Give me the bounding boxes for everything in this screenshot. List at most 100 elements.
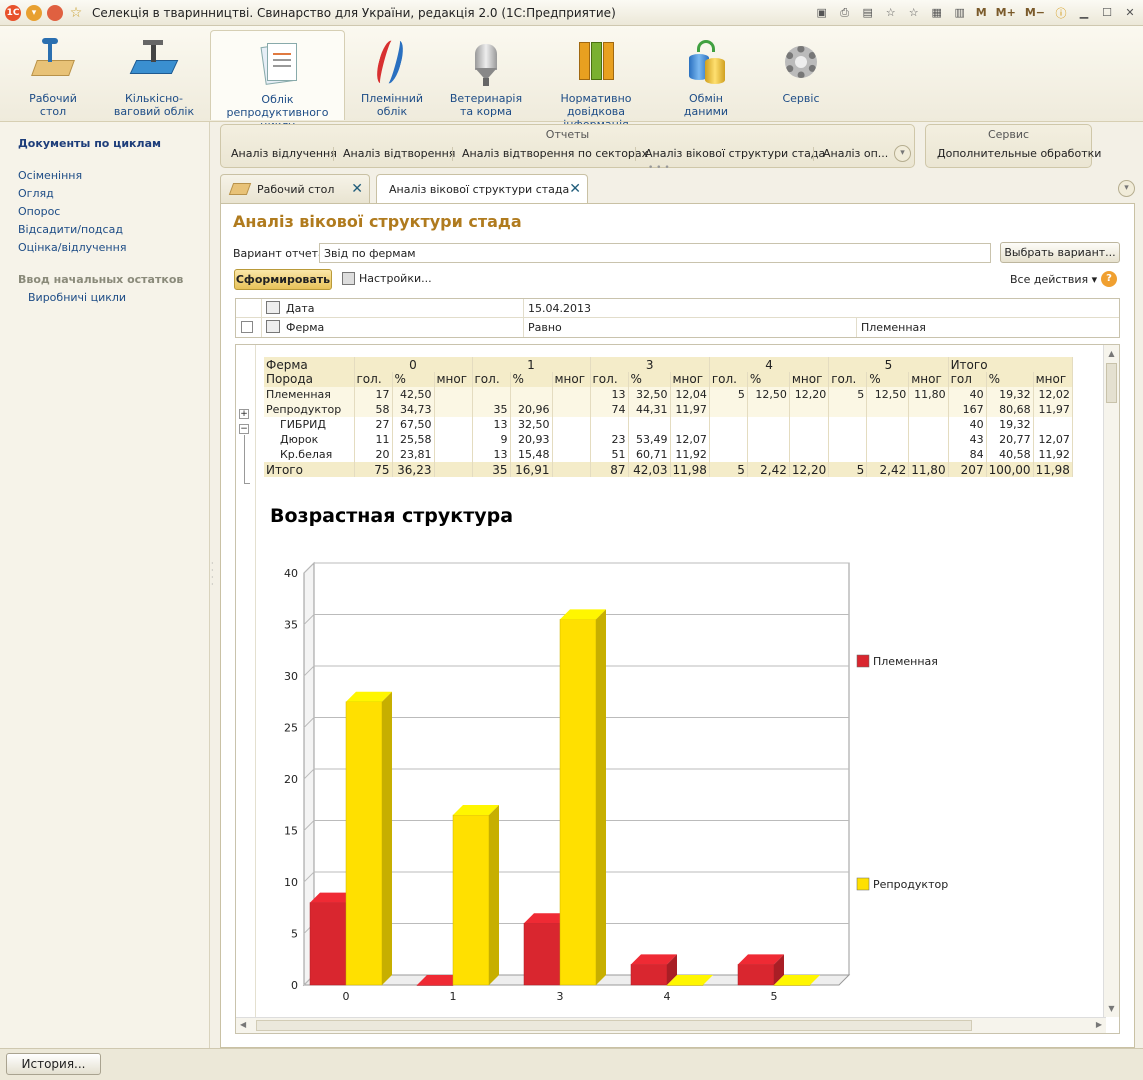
vertical-scrollbar[interactable]: ▲ ▼ [1103,345,1119,1017]
all-actions-menu[interactable]: Все действия ▾ [1010,273,1097,286]
maximize-button[interactable]: ☐ [1098,4,1116,21]
memory-minus-button[interactable]: M− [1023,6,1047,19]
scroll-thumb[interactable] [256,1020,972,1031]
table-cell [908,417,949,432]
section-veterinary[interactable]: Ветеринарія та корма [446,30,526,120]
section-exchange[interactable]: Обмін даними [672,30,740,120]
table-cell: 75 [354,462,393,477]
calendar-icon[interactable]: ▥ [951,4,969,21]
chart-title: Возрастная структура [270,505,514,527]
report-link-reproduction-sectors[interactable]: Аналіз відтворення по секторах [462,147,648,160]
variant-input[interactable]: Звід по фермам [319,243,991,263]
tab-desktop[interactable]: Рабочий стол ✕ [220,174,370,203]
tab-bar: Рабочий стол ✕ Аналіз вікової структури … [220,174,1135,204]
favorites-icon[interactable]: ☆ [905,4,923,21]
section-service[interactable]: Сервіс [770,30,832,120]
scroll-thumb[interactable] [1106,363,1117,403]
section-desktop[interactable]: Рабочий стол [20,30,86,120]
table-cell: 20 [354,447,393,462]
table-cell [1033,417,1073,432]
horizontal-scrollbar[interactable]: ◀ ▶ [236,1017,1106,1033]
window-title: Селекція в тваринництві. Свинарство для … [92,5,616,20]
nav-item-evaluation[interactable]: Оцінка/відлучення [18,241,126,254]
header-cell: гол. [472,372,511,387]
app-logo-icon[interactable]: 1C [5,4,21,21]
bar-1 [452,814,490,986]
print-icon[interactable]: ⎙ [836,4,854,21]
row-label: Репродуктор [264,402,355,417]
panel-splitter[interactable]: · · · · [211,560,217,600]
choose-variant-button[interactable]: Выбрать вариант... [1000,242,1120,263]
settings-label: Настройки... [359,272,432,285]
header-cell: 3 [590,357,710,372]
section-reproduction[interactable]: Облік репродуктивного циклу [210,30,345,132]
bar-side-1 [489,805,499,985]
table-cell: 23 [590,432,629,447]
calculator-icon[interactable]: ▦ [928,4,946,21]
table-cell [552,432,591,447]
use-param-checkbox[interactable] [241,321,253,333]
tab-age-structure[interactable]: Аналіз вікової структури стада ✕ [376,174,588,204]
close-circle-icon[interactable] [47,4,63,21]
close-tab-icon[interactable]: ✕ [351,181,363,197]
table-cell [747,447,790,462]
service-group-title: Сервис [987,128,1030,141]
report-link-reproduction[interactable]: Аналіз відтворення [343,147,455,160]
favorite-star-icon[interactable]: ☆ [68,5,84,21]
table-cell: 40 [948,417,987,432]
tabs-menu-icon[interactable]: ▾ [1118,180,1135,197]
table-cell: 27 [354,417,393,432]
param-value[interactable]: 15.04.2013 [528,302,591,315]
bar-side-1 [596,609,606,985]
add-favorite-icon[interactable]: ☆ [882,4,900,21]
param-condition[interactable]: Равно [528,321,562,334]
status-bar [0,1048,1143,1080]
table-cell [434,417,473,432]
table-cell: 5 [828,387,868,402]
history-button[interactable]: История... [6,1053,101,1075]
memory-m-button[interactable]: M [974,6,989,19]
info-icon[interactable]: ⓘ [1052,4,1070,21]
param-value[interactable]: Племенная [861,321,926,334]
nav-item-weaning-transfer[interactable]: Відсадити/подсад [18,223,123,236]
section-breeding[interactable]: Племінний облік [352,30,432,120]
section-reference[interactable]: Нормативно довідкова інформація [538,30,654,131]
minimize-button[interactable]: ▁ [1075,4,1093,21]
nav-item-production-cycles[interactable]: Виробничі цикли [28,291,126,304]
menu-dropdown-icon[interactable]: ▾ [26,4,42,21]
nav-item-farrowing[interactable]: Опорос [18,205,60,218]
collapse-group-icon[interactable]: − [239,424,249,434]
nav-item-inspection[interactable]: Огляд [18,187,54,200]
table-cell: 12,04 [670,387,710,402]
settings-button[interactable]: Настройки... [342,272,432,285]
help-button[interactable]: ? [1101,271,1117,287]
legend-swatch [856,654,870,668]
additional-processing-link[interactable]: Дополнительные обработки [937,147,1101,160]
table-cell [709,447,748,462]
table-cell: 11,98 [670,462,710,477]
bar-1 [559,619,597,986]
table-cell [789,447,830,462]
report-link-weaning[interactable]: Аналіз відлучення [231,147,337,160]
close-window-button[interactable]: ✕ [1121,4,1139,21]
nav-item-insemination[interactable]: Осіменіння [18,169,82,182]
close-tab-icon[interactable]: ✕ [569,181,581,197]
memory-plus-button[interactable]: M+ [994,6,1018,19]
table-cell: 34,73 [392,402,435,417]
header-cell: % [866,372,910,387]
preview-icon[interactable]: ▤ [859,4,877,21]
report-link-more[interactable]: Аналіз оп... [823,147,888,160]
section-quantity[interactable]: Кількісно-ваговий облік [104,30,204,120]
report-link-age-structure[interactable]: Аналіз вікової структури стада [645,147,825,160]
section-breeding-label: Племінний облік [360,92,424,118]
table-cell: 53,49 [628,432,671,447]
generate-button[interactable]: Сформировать [234,269,332,290]
save-icon[interactable]: ▣ [813,4,831,21]
param-row-farm: Ферма Равно Племенная [236,318,1119,337]
bar-0 [416,984,454,986]
table-cell: 2,42 [866,462,910,477]
collapse-handle[interactable]: • • • [648,163,670,173]
bar-side-1 [382,691,392,985]
expand-reports-icon[interactable]: ▾ [894,145,911,162]
expand-group-icon[interactable]: + [239,409,249,419]
